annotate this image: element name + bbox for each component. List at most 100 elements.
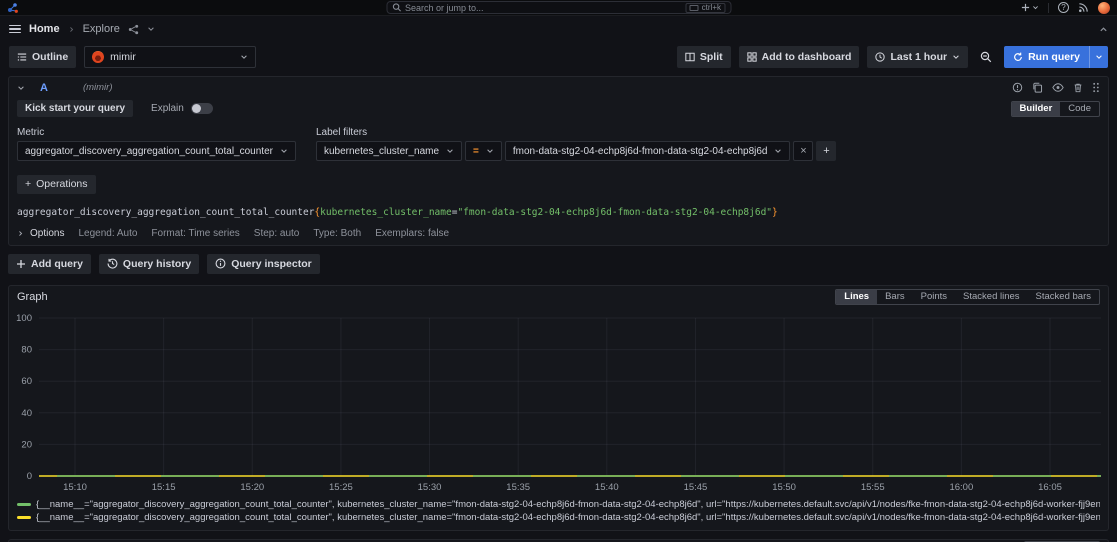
remove-filter-button[interactable]: ×	[793, 141, 813, 161]
add-operations-button[interactable]: + Operations	[17, 175, 96, 194]
query-row-header: A (mimir)	[9, 77, 1108, 98]
remove-query-trash-icon[interactable]	[1073, 82, 1083, 93]
option-summary-item: Step: auto	[254, 228, 300, 239]
split-icon	[685, 52, 695, 62]
divider	[1048, 3, 1049, 13]
editor-mode-toggle: Builder Code	[1011, 101, 1100, 117]
chevron-down-icon[interactable]	[147, 25, 155, 33]
svg-text:15:20: 15:20	[240, 482, 264, 493]
help-icon[interactable]: ?	[1058, 2, 1069, 13]
run-query-button[interactable]: Run query	[1004, 46, 1108, 68]
graph-style-toggle: LinesBarsPointsStacked linesStacked bars	[835, 289, 1100, 305]
svg-text:16:05: 16:05	[1038, 482, 1062, 493]
label-filters-field: Label filters kubernetes_cluster_name = …	[316, 127, 837, 161]
outline-button[interactable]: Outline	[9, 46, 76, 68]
query-inspector-button[interactable]: Query inspector	[207, 254, 320, 274]
datasource-picker[interactable]: mimir	[84, 46, 256, 68]
new-menu-button[interactable]	[1021, 3, 1039, 12]
svg-text:15:45: 15:45	[684, 482, 708, 493]
query-history-button[interactable]: Query history	[99, 254, 199, 274]
metric-select[interactable]: aggregator_discovery_aggregation_count_t…	[17, 141, 296, 161]
search-shortcut: ctrl+k	[686, 3, 725, 13]
mimir-logo-icon	[92, 51, 104, 63]
legend-item[interactable]: {__name__="aggregator_discovery_aggregat…	[17, 511, 1100, 524]
svg-text:15:35: 15:35	[506, 482, 530, 493]
code-mode-button[interactable]: Code	[1060, 102, 1099, 116]
query-preview: aggregator_discovery_aggregation_count_t…	[17, 207, 1100, 218]
chevron-right-icon	[17, 230, 24, 237]
time-range-picker[interactable]: Last 1 hour	[867, 46, 968, 68]
builder-mode-button[interactable]: Builder	[1012, 102, 1061, 116]
plus-icon	[1021, 3, 1030, 12]
drag-handle-icon[interactable]	[1092, 82, 1100, 93]
outline-icon	[17, 52, 27, 62]
add-to-dashboard-button[interactable]: Add to dashboard	[739, 46, 860, 68]
query-editor-panel: A (mimir) Kick start your	[8, 76, 1109, 246]
query-row-letter[interactable]: A	[40, 82, 48, 94]
news-icon[interactable]	[1078, 2, 1089, 13]
metric-label: Metric	[17, 127, 296, 138]
options-expander[interactable]: Options	[17, 228, 64, 239]
graph-mode-bars[interactable]: Bars	[877, 290, 913, 304]
raw-panel: Raw TableRaw	[8, 539, 1109, 542]
add-query-button[interactable]: Add query	[8, 254, 91, 274]
history-icon	[107, 258, 118, 269]
collapse-chevron-up-icon[interactable]	[1099, 25, 1108, 34]
label-filters-label: Label filters	[316, 127, 837, 138]
svg-text:15:50: 15:50	[772, 482, 796, 493]
keyboard-icon	[690, 5, 699, 11]
graph-panel: Graph LinesBarsPointsStacked linesStacke…	[8, 285, 1109, 531]
collapse-query-chevron-icon[interactable]	[17, 84, 25, 92]
graph-mode-stacked-lines[interactable]: Stacked lines	[955, 290, 1028, 304]
menu-icon[interactable]	[9, 25, 21, 34]
explain-toggle[interactable]	[191, 103, 213, 114]
zoom-out-icon	[980, 51, 992, 63]
chevron-down-icon	[774, 147, 782, 155]
chevron-down-icon	[240, 53, 248, 61]
apps-icon	[747, 52, 757, 62]
split-button[interactable]: Split	[677, 46, 731, 68]
plus-icon	[16, 259, 26, 269]
option-summary-item: Legend: Auto	[78, 228, 137, 239]
graph-canvas[interactable]: 02040608010015:1015:1515:2015:2515:3015:…	[9, 308, 1108, 496]
user-avatar[interactable]	[1098, 2, 1110, 14]
legend-series-color	[17, 503, 31, 506]
breadcrumb-separator-icon	[68, 26, 75, 33]
svg-text:100: 100	[16, 313, 32, 324]
explain-label: Explain	[151, 103, 184, 114]
kick-start-query-button[interactable]: Kick start your query	[17, 100, 133, 117]
breadcrumb-row: Home Explore	[0, 16, 1117, 42]
svg-text:40: 40	[21, 407, 32, 418]
filter-key-select[interactable]: kubernetes_cluster_name	[316, 141, 462, 161]
breadcrumb-explore[interactable]: Explore	[83, 23, 120, 35]
query-help-icon[interactable]	[1012, 82, 1023, 93]
graph-legend: {__name__="aggregator_discovery_aggregat…	[9, 496, 1108, 530]
metric-field: Metric aggregator_discovery_aggregation_…	[17, 127, 296, 161]
graph-mode-points[interactable]: Points	[913, 290, 955, 304]
graph-mode-stacked-bars[interactable]: Stacked bars	[1028, 290, 1099, 304]
legend-item[interactable]: {__name__="aggregator_discovery_aggregat…	[17, 498, 1100, 511]
explore-actions: Add query Query history Query inspector	[8, 254, 1109, 274]
grafana-logo[interactable]	[7, 2, 19, 14]
share-icon[interactable]	[128, 24, 139, 35]
filter-value-select[interactable]: fmon-data-stg2-04-echp8j6d-fmon-data-stg…	[505, 141, 791, 161]
run-query-dropdown[interactable]	[1089, 46, 1108, 68]
query-options-row: Options Legend: AutoFormat: Time seriesS…	[17, 228, 1100, 239]
add-filter-button[interactable]: +	[816, 141, 836, 161]
info-circle-icon	[215, 258, 226, 269]
option-summary-item: Type: Both	[313, 228, 361, 239]
top-navbar: Search or jump to... ctrl+k ?	[0, 0, 1117, 16]
legend-series-color	[17, 516, 31, 519]
breadcrumb-home[interactable]: Home	[29, 23, 60, 35]
graph-mode-lines[interactable]: Lines	[836, 290, 877, 304]
svg-text:0: 0	[27, 471, 32, 482]
datasource-name: mimir	[110, 51, 234, 63]
zoom-out-button[interactable]	[976, 46, 996, 68]
filter-operator-select[interactable]: =	[465, 141, 502, 161]
copy-query-icon[interactable]	[1032, 82, 1043, 93]
option-summary-item: Exemplars: false	[375, 228, 449, 239]
search-input[interactable]: Search or jump to... ctrl+k	[386, 1, 731, 14]
svg-text:15:25: 15:25	[329, 482, 353, 493]
hide-response-eye-icon[interactable]	[1052, 82, 1064, 93]
legend-series-label: {__name__="aggregator_discovery_aggregat…	[36, 499, 1100, 510]
